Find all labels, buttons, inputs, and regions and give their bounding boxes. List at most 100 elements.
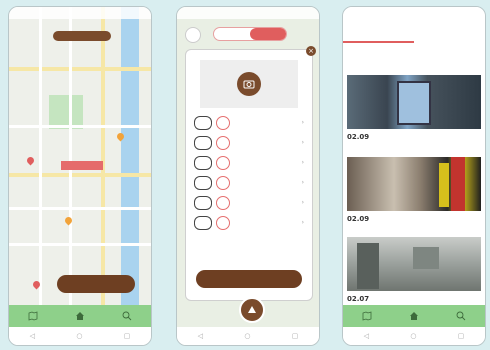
tab-other[interactable] [414, 29, 485, 43]
map-icon [28, 311, 38, 321]
camera-icon [243, 80, 255, 89]
phone-map-screen: ◁ ○ ▢ [8, 6, 152, 346]
post-photo [347, 157, 481, 211]
main-road [101, 7, 105, 305]
park-area [49, 95, 83, 129]
chevron-right-icon: › [301, 199, 304, 206]
filter-bar [349, 61, 479, 69]
status-bar [9, 7, 151, 19]
submit-button[interactable] [196, 270, 302, 288]
post-date: 02.07 [347, 295, 370, 303]
tab-search[interactable] [456, 311, 466, 321]
map-pin-icon[interactable] [25, 155, 36, 166]
system-nav-bar: ◁ ○ ▢ [343, 327, 485, 345]
segment-option[interactable] [214, 28, 250, 40]
nav-home-icon[interactable]: ○ [244, 332, 250, 340]
tab-search[interactable] [122, 311, 132, 321]
photo-upload-area[interactable] [200, 60, 298, 108]
main-road [9, 67, 151, 71]
home-icon [75, 312, 84, 320]
segment-control [213, 27, 287, 41]
post-card[interactable]: 02.09 [347, 157, 481, 239]
road [69, 7, 72, 305]
chevron-right-icon: › [301, 159, 304, 166]
post-photo [347, 75, 481, 129]
category-icon [216, 195, 230, 210]
category-row[interactable]: › [194, 214, 304, 231]
road [9, 207, 151, 210]
post-meta: 02.09 [347, 215, 481, 223]
nav-home-icon[interactable]: ○ [76, 332, 82, 340]
map-icon [362, 311, 372, 321]
tab-map[interactable] [28, 311, 38, 321]
category-icon [216, 155, 230, 170]
post-date: 02.09 [347, 215, 370, 223]
category-badge [194, 195, 212, 210]
category-row[interactable]: › [194, 194, 304, 211]
search-icon [122, 311, 132, 321]
show-list-button[interactable] [57, 275, 135, 293]
post-meta: 02.07 [347, 295, 481, 303]
settings-icon[interactable] [185, 27, 201, 43]
chevron-right-icon: › [301, 179, 304, 186]
category-badge [194, 135, 212, 150]
nav-recent-icon[interactable]: ▢ [458, 332, 465, 340]
nav-back-icon[interactable]: ◁ [30, 332, 35, 340]
tab-home[interactable] [409, 311, 419, 321]
post-meta: 02.09 [347, 133, 481, 141]
category-badge [194, 155, 212, 170]
system-nav-bar: ◁ ○ ▢ [9, 327, 151, 345]
phone-report-screen: × › › › › › › ◁ ○ ▢ [176, 6, 320, 346]
home-icon [409, 312, 418, 320]
post-fab-button[interactable] [239, 297, 265, 323]
category-row[interactable]: › [194, 134, 304, 151]
phone-list-screen: 02.09 02.09 02.07 ◁ ○ ▢ [342, 6, 486, 346]
chevron-right-icon: › [301, 119, 304, 126]
chevron-right-icon: › [301, 219, 304, 226]
nav-recent-icon[interactable]: ▢ [292, 332, 299, 340]
category-badge [194, 115, 212, 130]
category-row[interactable]: › [194, 114, 304, 131]
post-photo [347, 237, 481, 291]
bottom-tab-bar [343, 305, 485, 327]
nav-back-icon[interactable]: ◁ [198, 332, 203, 340]
road [39, 7, 42, 305]
segment-option-active[interactable] [250, 28, 286, 40]
tab-map[interactable] [362, 311, 372, 321]
tab-recent[interactable] [343, 29, 414, 43]
road [9, 125, 151, 128]
bottom-tab-bar [9, 305, 151, 327]
report-modal: × › › › › › › [185, 46, 316, 301]
category-row[interactable]: › [194, 154, 304, 171]
nav-home-icon[interactable]: ○ [410, 332, 416, 340]
system-nav-bar: ◁ ○ ▢ [177, 327, 319, 345]
category-icon [216, 115, 230, 130]
map-view[interactable] [9, 7, 151, 305]
post-date: 02.09 [347, 133, 370, 141]
close-icon[interactable]: × [306, 46, 316, 56]
post-card[interactable]: 02.09 [347, 75, 481, 157]
category-row[interactable]: › [194, 174, 304, 191]
chevron-right-icon: › [301, 139, 304, 146]
nav-back-icon[interactable]: ◁ [364, 332, 369, 340]
river [121, 7, 139, 305]
status-bar [343, 7, 485, 19]
category-icon [216, 175, 230, 190]
category-badge [194, 215, 212, 230]
main-road [9, 173, 151, 177]
category-icon [216, 215, 230, 230]
nav-recent-icon[interactable]: ▢ [124, 332, 131, 340]
category-badge [194, 175, 212, 190]
category-icon [216, 135, 230, 150]
location-chip[interactable] [53, 31, 111, 41]
camera-button[interactable] [237, 72, 261, 96]
search-icon [456, 311, 466, 321]
tab-home[interactable] [75, 311, 85, 321]
category-list: › › › › › › [186, 114, 312, 231]
post-icon [248, 306, 256, 313]
status-bar [177, 7, 319, 19]
road [9, 243, 151, 246]
map-area-label [61, 161, 103, 170]
list-header [343, 19, 485, 49]
list-tabs [343, 29, 485, 43]
